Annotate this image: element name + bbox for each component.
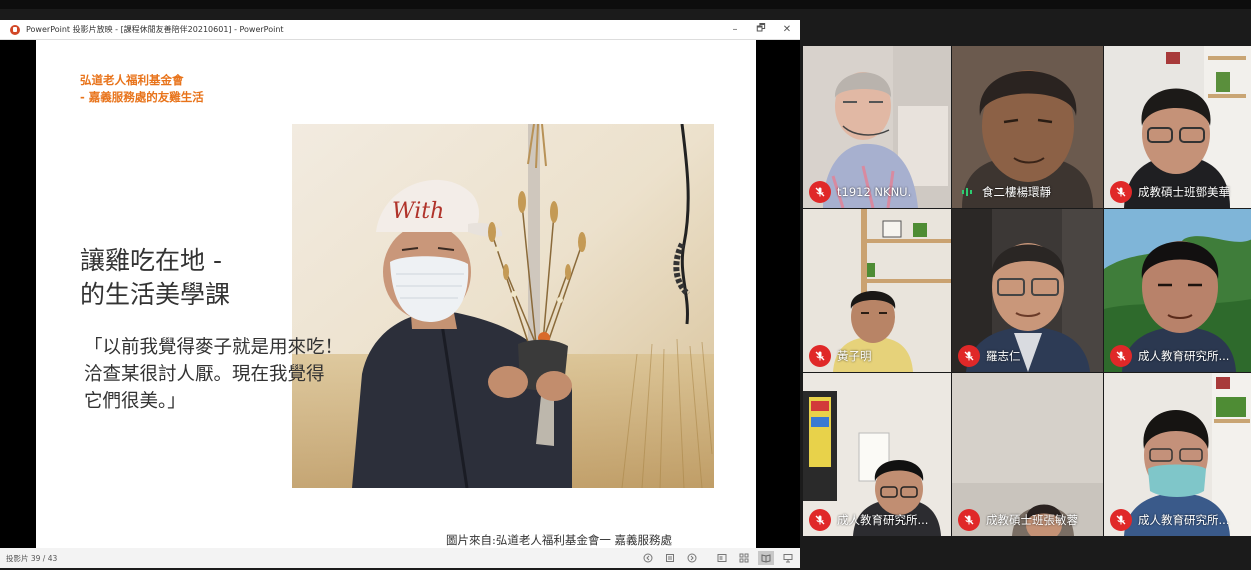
participant-tile[interactable]: t1912 NKNU.: [803, 46, 951, 208]
reading-view-icon[interactable]: [758, 551, 774, 565]
video-grid: t1912 NKNU. 食二樓楊環靜 成教碩士班鄧美華 黃子明 羅志仁 成人教育…: [803, 46, 1251, 536]
mic-muted-icon: [809, 509, 831, 531]
participant-tile[interactable]: 成人教育研究所...: [803, 373, 951, 536]
quote-line1: 「以前我覺得麥子就是用來吃！: [84, 337, 344, 358]
normal-view-icon[interactable]: [714, 551, 730, 565]
participant-label: 成教碩士班張敏蓉: [958, 508, 1078, 532]
slide-area[interactable]: 弘道老人福利基金會 - 嘉義服務處的友雞生活 With 讓雞吃在地 - 的生活美…: [0, 40, 800, 548]
participant-tile[interactable]: 成人教育研究所...: [1104, 373, 1251, 536]
participant-tile[interactable]: 成人教育研究所...: [1104, 209, 1251, 372]
photo-credit: 圖片來自:弘道老人福利基金會一 嘉義服務處: [446, 533, 673, 547]
cap-logo-text: With: [392, 199, 444, 224]
mic-muted-icon: [958, 509, 980, 531]
org-title-line2: - 嘉義服務處的友雞生活: [80, 90, 204, 104]
mic-muted-icon: [1110, 509, 1132, 531]
participant-label: 成人教育研究所...: [1110, 344, 1229, 368]
participant-label: 羅志仁: [958, 344, 1021, 368]
menu-icon[interactable]: [662, 551, 678, 565]
participant-tile[interactable]: 食二樓楊環靜: [952, 46, 1103, 208]
window-controls: – 🗗 ✕: [722, 20, 800, 39]
mic-active-icon: [960, 181, 976, 203]
slide-quote: 「以前我覺得麥子就是用來吃！ 洽查某很討人厭。現在我覺得 它們很美。」: [84, 334, 384, 415]
mic-muted-icon: [1110, 345, 1132, 367]
status-bar: 投影片 39 / 43: [0, 548, 800, 568]
participant-label: 成人教育研究所...: [809, 508, 928, 532]
mic-muted-icon: [809, 181, 831, 203]
window-title: PowerPoint 投影片放映 - [課程休閒友善陪伴20210601] - …: [26, 25, 284, 34]
participant-name: 成教碩士班張敏蓉: [986, 513, 1078, 527]
participant-label: 成教碩士班鄧美華: [1110, 180, 1230, 204]
powerpoint-logo-icon: [10, 24, 20, 35]
powerpoint-window: PowerPoint 投影片放映 - [課程休閒友善陪伴20210601] - …: [0, 20, 800, 568]
sorter-view-icon[interactable]: [736, 551, 752, 565]
restore-button[interactable]: 🗗: [748, 20, 774, 39]
mic-muted-icon: [1110, 181, 1132, 203]
top-strip: [0, 0, 1251, 9]
minimize-button[interactable]: –: [722, 20, 748, 39]
participant-tile[interactable]: 羅志仁: [952, 209, 1103, 372]
participant-name: 成人教育研究所...: [1138, 513, 1230, 527]
heading-line2: 的生活美學課: [80, 280, 231, 309]
next-icon[interactable]: [684, 551, 700, 565]
slide-counter: 投影片 39 / 43: [6, 553, 58, 563]
participant-name: 黃子明: [837, 349, 872, 363]
participant-label: 黃子明: [809, 344, 872, 368]
participant-label: t1912 NKNU.: [809, 180, 911, 204]
slide[interactable]: 弘道老人福利基金會 - 嘉義服務處的友雞生活 With 讓雞吃在地 - 的生活美…: [36, 40, 756, 548]
participant-name: 成人教育研究所...: [837, 513, 929, 527]
slideshow-icon[interactable]: [780, 551, 796, 565]
participant-name: 成人教育研究所...: [1138, 349, 1230, 363]
mic-muted-icon: [958, 345, 980, 367]
participant-label: 食二樓楊環靜: [958, 180, 1051, 204]
participant-tile[interactable]: 成教碩士班張敏蓉: [952, 373, 1103, 536]
organization-title: 弘道老人福利基金會 - 嘉義服務處的友雞生活: [80, 72, 204, 106]
mic-muted-icon: [809, 345, 831, 367]
heading-line1: 讓雞吃在地 -: [80, 246, 222, 275]
participant-tile[interactable]: 黃子明: [803, 209, 951, 372]
participant-name: t1912 NKNU.: [837, 185, 912, 199]
title-bar: PowerPoint 投影片放映 - [課程休閒友善陪伴20210601] - …: [0, 20, 800, 40]
quote-line3: 它們很美。」: [84, 391, 186, 412]
quote-line2: 洽查某很討人厭。現在我覺得: [84, 364, 325, 385]
close-button[interactable]: ✕: [774, 20, 800, 39]
status-icons: [634, 548, 796, 568]
participant-name: 食二樓楊環靜: [982, 185, 1051, 199]
slide-photo: With: [292, 124, 714, 488]
participant-name: 成教碩士班鄧美華: [1138, 185, 1230, 199]
prev-icon[interactable]: [640, 551, 656, 565]
photo-illustration: With: [292, 124, 714, 488]
participant-label: 成人教育研究所...: [1110, 508, 1229, 532]
participant-tile[interactable]: 成教碩士班鄧美華: [1104, 46, 1251, 208]
participant-name: 羅志仁: [986, 349, 1021, 363]
org-title-line1: 弘道老人福利基金會: [80, 73, 184, 87]
slide-heading: 讓雞吃在地 - 的生活美學課: [80, 244, 230, 312]
